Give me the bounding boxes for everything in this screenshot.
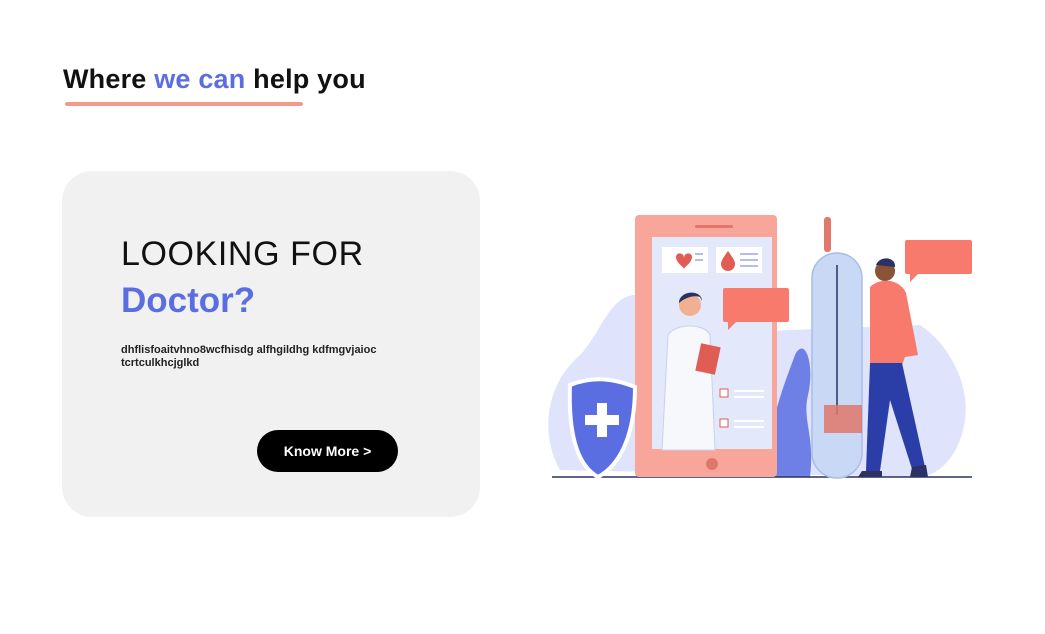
card-description: dhflisfoaitvhno8wcfhisdg alfhgildhg kdfm… <box>121 344 377 369</box>
heart-card-line <box>695 253 703 255</box>
heart-card-line <box>695 259 703 261</box>
checkbox-icon <box>719 418 729 428</box>
checklist-line <box>734 420 764 422</box>
section-heading: Where we can help you <box>63 64 366 95</box>
chat-bubble-icon <box>905 240 972 274</box>
patient-shoe <box>858 471 882 477</box>
thermometer-band <box>824 405 862 433</box>
heading-part-1: Where <box>63 64 155 94</box>
drop-card-line <box>740 265 758 267</box>
shield-plus-horizontal <box>585 415 619 425</box>
doctor-card: LOOKING FOR Doctor? dhflisfoaitvhno8wcfh… <box>62 171 480 517</box>
checkbox-icon <box>719 388 729 398</box>
heading-part-2: help you <box>245 64 366 94</box>
doctor-illustration <box>548 215 972 480</box>
heading-underline <box>65 102 303 106</box>
drop-card-line <box>740 259 758 261</box>
heading-accent: we can <box>154 64 246 94</box>
phone-home-button <box>706 458 718 470</box>
page: Where we can help you LOOKING FOR Doctor… <box>0 0 1045 634</box>
card-subtitle: Doctor? <box>121 281 256 320</box>
checklist-line <box>734 396 764 398</box>
drop-card-line <box>740 253 758 255</box>
thermometer-tip <box>824 217 831 252</box>
know-more-button[interactable]: Know More > <box>257 430 398 472</box>
patient-shirt <box>870 280 918 365</box>
checklist-line <box>734 426 764 428</box>
chat-bubble-tail <box>910 274 918 282</box>
checklist-line <box>734 390 764 392</box>
card-title: LOOKING FOR <box>121 235 364 273</box>
phone-speaker <box>695 225 733 228</box>
chat-bubble-icon <box>723 288 789 322</box>
